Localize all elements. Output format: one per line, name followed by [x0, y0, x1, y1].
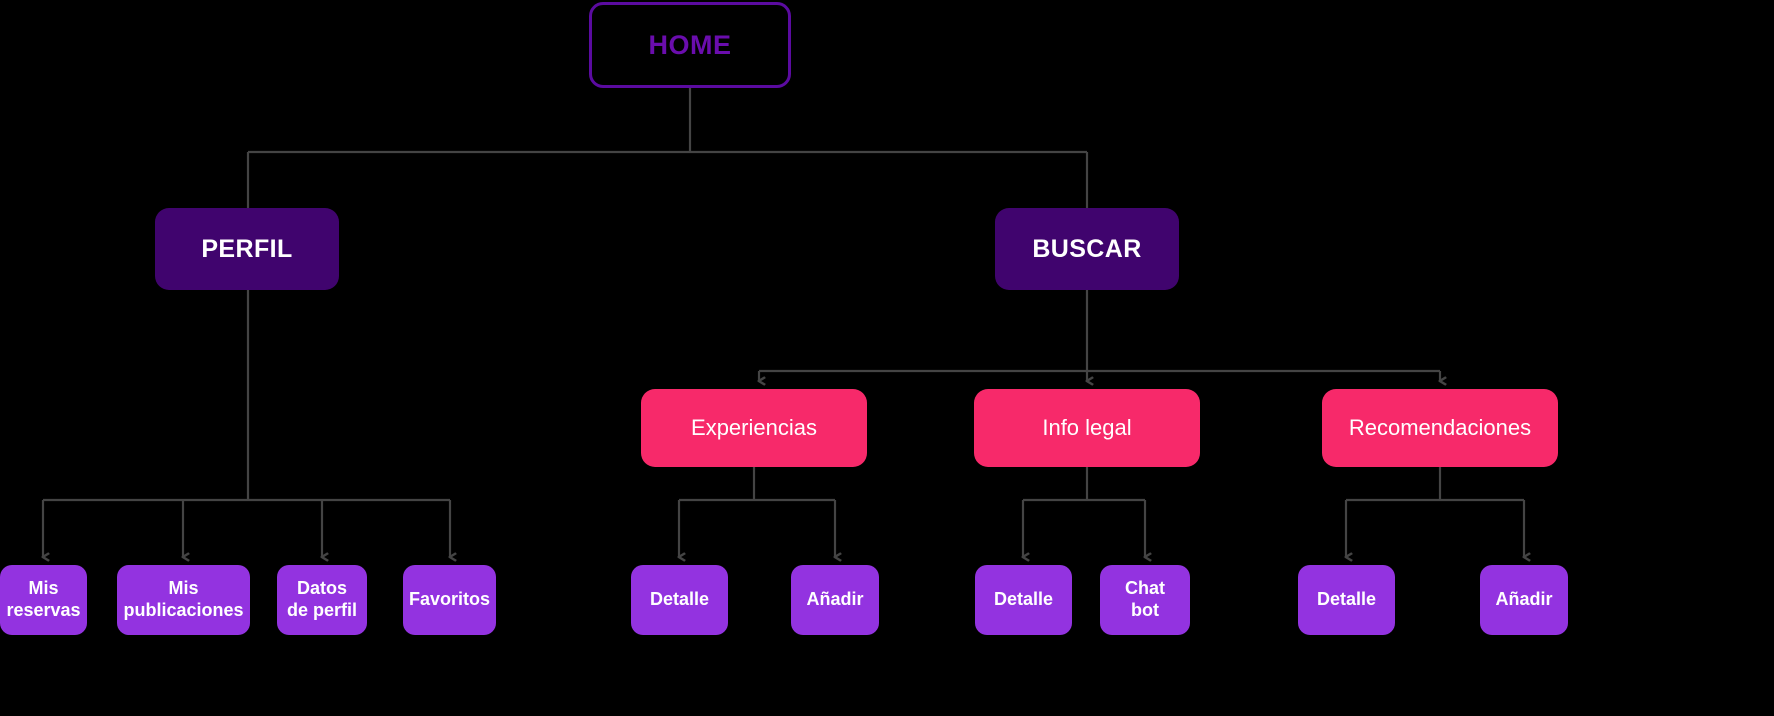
node-perfil-label: PERFIL [201, 234, 293, 263]
node-home-label: HOME [648, 29, 732, 60]
node-info-legal[interactable]: Info legal [974, 389, 1200, 467]
node-buscar-label: BUSCAR [1032, 234, 1142, 263]
node-recomendaciones-detalle[interactable]: Detalle [1298, 565, 1395, 635]
node-info-legal-chat-bot-label: Chat bot [1125, 578, 1165, 620]
node-recomendaciones-detalle-label: Detalle [1316, 589, 1377, 610]
node-favoritos-label: Favoritos [408, 589, 491, 610]
node-home[interactable]: HOME [589, 2, 791, 88]
node-perfil[interactable]: PERFIL [155, 208, 339, 290]
node-recomendaciones-anadir-label: Añadir [1495, 589, 1553, 610]
node-info-legal-detalle[interactable]: Detalle [975, 565, 1072, 635]
node-mis-publicaciones[interactable]: Mis publicaciones [117, 565, 250, 635]
node-info-legal-label: Info legal [1042, 414, 1132, 440]
node-experiencias-anadir[interactable]: Añadir [791, 565, 879, 635]
node-recomendaciones-label: Recomendaciones [1348, 414, 1532, 440]
node-mis-reservas-label: Mis reservas [6, 578, 81, 620]
node-recomendaciones[interactable]: Recomendaciones [1322, 389, 1558, 467]
node-favoritos[interactable]: Favoritos [403, 565, 496, 635]
node-experiencias-anadir-label: Añadir [806, 589, 864, 610]
node-datos-de-perfil[interactable]: Datos de perfil [277, 565, 367, 635]
node-experiencias-detalle[interactable]: Detalle [631, 565, 728, 635]
sitemap-diagram: HOME PERFIL BUSCAR Experiencias Info leg… [0, 0, 1774, 716]
node-mis-publicaciones-label: Mis publicaciones [123, 578, 244, 620]
node-experiencias[interactable]: Experiencias [641, 389, 867, 467]
node-recomendaciones-anadir[interactable]: Añadir [1480, 565, 1568, 635]
node-info-legal-detalle-label: Detalle [993, 589, 1054, 610]
node-info-legal-chat-bot[interactable]: Chat bot [1100, 565, 1190, 635]
node-experiencias-label: Experiencias [691, 414, 817, 440]
node-experiencias-detalle-label: Detalle [649, 589, 710, 610]
node-datos-de-perfil-label: Datos de perfil [286, 578, 357, 620]
node-buscar[interactable]: BUSCAR [995, 208, 1179, 290]
node-mis-reservas[interactable]: Mis reservas [0, 565, 87, 635]
